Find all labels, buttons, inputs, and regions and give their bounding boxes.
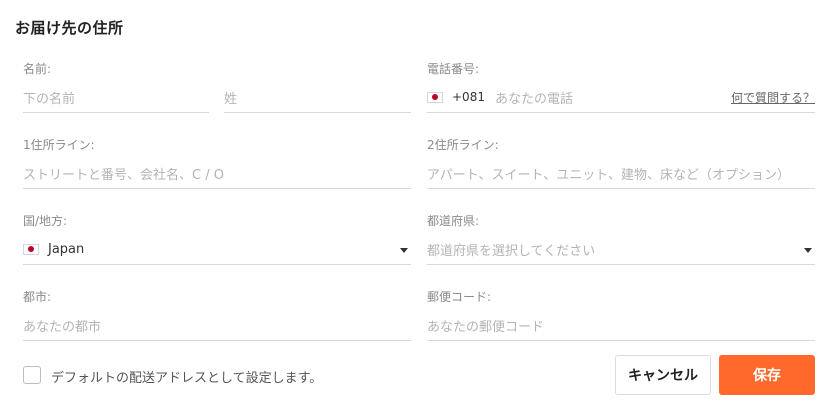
postal-input[interactable]: あなたの郵便コード bbox=[427, 316, 815, 335]
city-group: 都市: あなたの都市 bbox=[23, 288, 411, 342]
last-name-field[interactable]: 姓 bbox=[224, 82, 411, 113]
phone-group: 電話番号: +081 あなたの電話 何で質問する？ bbox=[427, 60, 815, 114]
prefecture-value[interactable]: 都道府県を選択してください bbox=[427, 240, 804, 259]
name-label-group: 名前: 下の名前 bbox=[23, 60, 209, 114]
address2-label: 2住所ライン: bbox=[427, 138, 499, 152]
name-label: 名前: bbox=[23, 62, 52, 76]
address2-input[interactable]: アパート、スイート、ユニット、建物、床など（オプション） bbox=[427, 164, 815, 183]
default-address-checkbox[interactable] bbox=[23, 366, 41, 384]
prefecture-group: 都道府県: 都道府県を選択してください bbox=[427, 212, 815, 266]
address2-field[interactable]: アパート、スイート、ユニット、建物、床など（オプション） bbox=[427, 158, 815, 189]
city-field[interactable]: あなたの都市 bbox=[23, 310, 411, 341]
postal-field[interactable]: あなたの郵便コード bbox=[427, 310, 815, 341]
country-label: 国/地方: bbox=[23, 214, 68, 228]
first-name-field[interactable]: 下の名前 bbox=[23, 82, 209, 113]
help-link[interactable]: 何で質問する？ bbox=[731, 89, 815, 106]
prefecture-select[interactable]: 都道府県を選択してください bbox=[427, 234, 815, 265]
country-select[interactable]: Japan bbox=[23, 234, 411, 265]
last-name-input[interactable]: 姓 bbox=[224, 88, 411, 107]
city-label: 都市: bbox=[23, 290, 52, 304]
page-title: お届け先の住所 bbox=[15, 19, 124, 37]
caret-down-icon[interactable] bbox=[400, 247, 408, 253]
postal-group: 郵便コード: あなたの郵便コード bbox=[427, 288, 815, 342]
address1-group: 1住所ライン: ストリートと番号、会社名、C / O bbox=[23, 136, 411, 190]
default-address-label[interactable]: デフォルトの配送アドレスとして設定します。 bbox=[51, 367, 322, 386]
address2-group: 2住所ライン: アパート、スイート、ユニット、建物、床など（オプション） bbox=[427, 136, 815, 190]
address1-label: 1住所ライン: bbox=[23, 138, 95, 152]
city-input[interactable]: あなたの都市 bbox=[23, 316, 411, 335]
caret-down-icon[interactable] bbox=[804, 247, 812, 253]
country-group: 国/地方: Japan bbox=[23, 212, 411, 266]
phone-field[interactable]: +081 あなたの電話 何で質問する？ bbox=[427, 82, 815, 113]
last-name-group: 姓 bbox=[224, 60, 411, 114]
country-code[interactable]: +081 bbox=[452, 90, 485, 104]
postal-label: 郵便コード: bbox=[427, 290, 492, 304]
japan-flag-icon[interactable] bbox=[427, 91, 443, 103]
phone-label: 電話番号: bbox=[427, 62, 480, 76]
country-value[interactable]: Japan bbox=[48, 242, 400, 257]
prefecture-label: 都道府県: bbox=[427, 214, 480, 228]
save-button[interactable]: 保存 bbox=[719, 355, 815, 395]
address1-field[interactable]: ストリートと番号、会社名、C / O bbox=[23, 158, 411, 189]
address1-input[interactable]: ストリートと番号、会社名、C / O bbox=[23, 164, 411, 183]
phone-input[interactable]: あなたの電話 bbox=[495, 88, 731, 107]
cancel-button[interactable]: キャンセル bbox=[615, 355, 711, 395]
japan-flag-icon bbox=[23, 243, 39, 255]
first-name-input[interactable]: 下の名前 bbox=[23, 88, 209, 107]
